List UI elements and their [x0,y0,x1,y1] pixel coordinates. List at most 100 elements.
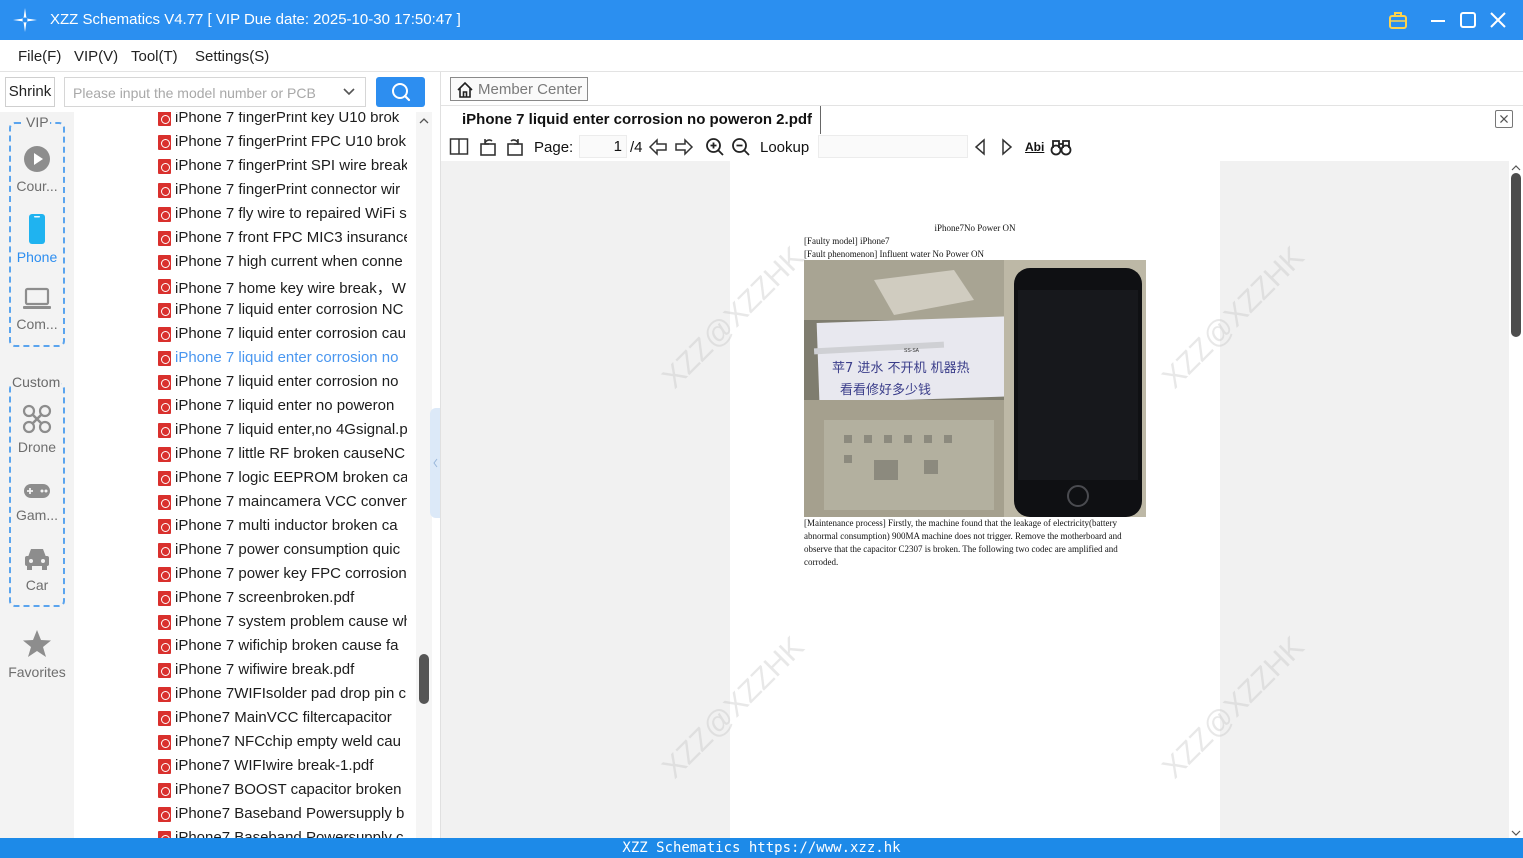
next-page-icon[interactable] [674,137,694,157]
file-list-item[interactable]: iPhone 7 fingerPrint SPI wire break [74,155,416,179]
scrollbar-thumb[interactable] [1511,173,1521,337]
file-list-item[interactable]: iPhone 7 fingerPrint connector wir [74,179,416,203]
file-list-item[interactable]: iPhone 7 liquid enter,no 4Gsignal.p [74,419,416,443]
scroll-up-icon[interactable] [1509,163,1523,173]
lookup-input[interactable] [818,135,968,158]
file-list-item[interactable]: iPhone 7 screenbroken.pdf [74,587,416,611]
minimize-icon[interactable] [1426,8,1450,32]
file-list-item[interactable]: iPhone 7 wifiwire break.pdf [74,659,416,683]
file-list-item[interactable]: iPhone 7 liquid enter no poweron [74,395,416,419]
file-list-item[interactable]: iPhone 7 liquid enter corrosion no [74,347,416,371]
file-list-item[interactable]: iPhone7 Baseband Powersupply c [74,827,416,838]
pdf-file-icon [158,639,171,654]
file-name: iPhone 7 system problem cause wh [175,613,407,630]
pdf-file-icon [158,183,171,198]
sidebar-item-drone[interactable]: Drone [0,404,74,455]
file-name: iPhone 7 power key FPC corrosion [175,565,407,582]
sidebar-item-courses[interactable]: Cour... [0,145,74,194]
pdf-file-icon [158,471,171,486]
search-input[interactable] [73,83,337,103]
file-list-item[interactable]: iPhone 7 liquid enter corrosion NC [74,299,416,323]
close-icon[interactable] [1486,8,1510,32]
sidebar-item-car[interactable]: Car [0,546,74,593]
document-viewport[interactable]: iPhone7No Power ON [Faulty model] iPhone… [441,161,1509,838]
file-list-item[interactable]: iPhone 7 wifichip broken cause fa [74,635,416,659]
file-list-item[interactable]: iPhone 7 power consumption quic [74,539,416,563]
scrollbar-thumb[interactable] [419,654,429,704]
file-list-item[interactable]: iPhone 7 logic EEPROM broken ca [74,467,416,491]
sidebar-item-favorites[interactable]: Favorites [0,629,74,680]
zoom-out-icon[interactable] [731,137,751,157]
file-list-item[interactable]: iPhone 7 fly wire to repaired WiFi s [74,203,416,227]
search-button[interactable] [376,77,425,107]
close-tab-icon[interactable] [1495,110,1513,128]
file-name: iPhone 7 fly wire to repaired WiFi s [175,205,407,222]
shrink-button[interactable]: Shrink [5,77,55,107]
maximize-icon[interactable] [1456,8,1480,32]
file-list-item[interactable]: iPhone7 BOOST capacitor broken [74,779,416,803]
rotate-left-icon[interactable] [478,137,498,157]
model-search-box[interactable] [64,77,366,107]
file-list-item[interactable]: iPhone 7 little RF broken causeNC [74,443,416,467]
previous-page-icon[interactable] [648,137,668,157]
menu-settings[interactable]: Settings(S) [195,48,269,65]
file-list-item[interactable]: iPhone7 MainVCC filtercapacitor [74,707,416,731]
sidebar-item-games[interactable]: Gam... [0,480,74,523]
file-list-item[interactable]: iPhone 7 liquid enter corrosion cau [74,323,416,347]
pdf-file-icon [158,807,171,822]
menu-file[interactable]: File(F) [18,48,61,65]
sidebar-item-phone[interactable]: Phone [0,214,74,265]
pdf-file-icon [158,615,171,630]
file-list-item[interactable]: iPhone 7 high current when conne [74,251,416,275]
car-icon [25,549,49,570]
file-list-item[interactable]: iPhone 7 fingerPrint FPC U10 brok [74,131,416,155]
file-list-item[interactable]: iPhone 7 power key FPC corrosion [74,563,416,587]
binoculars-icon[interactable] [1050,137,1072,157]
pdf-file-icon [158,447,171,462]
file-name: iPhone 7 liquid enter corrosion no [175,349,399,366]
briefcase-icon[interactable] [1386,8,1410,32]
file-name: iPhone 7 high current when conne [175,253,403,270]
find-next-icon[interactable] [999,137,1015,157]
file-list-item[interactable]: iPhone 7 multi inductor broken ca [74,515,416,539]
find-previous-icon[interactable] [972,137,988,157]
page-number-input[interactable]: 1 [579,135,627,158]
sidebar-item-computer[interactable]: Com... [0,287,74,332]
file-list-item[interactable]: iPhone 7 home key wire break，W [74,275,416,299]
scroll-up-icon[interactable] [416,114,432,128]
file-name: iPhone 7 fingerPrint key U10 brok [175,112,400,126]
search-row: Shrink [0,72,440,112]
file-list-item[interactable]: iPhone 7 system problem cause wh [74,611,416,635]
play-icon [24,146,50,172]
file-name: iPhone 7 liquid enter no poweron [175,397,395,414]
file-list-item[interactable]: iPhone7 NFCchip empty weld cau [74,731,416,755]
pdf-file-icon [158,112,171,126]
file-list-item[interactable]: iPhone7 Baseband Powersupply b [74,803,416,827]
zoom-in-icon[interactable] [705,137,725,157]
document-title: iPhone7No Power ON [934,223,1016,233]
match-case-icon[interactable]: Abi [1025,140,1044,154]
pdf-file-icon [158,759,171,774]
rotate-right-icon[interactable] [505,137,525,157]
file-list-item[interactable]: iPhone 7 maincamera VCC convert [74,491,416,515]
file-list-item[interactable]: iPhone 7WIFIsolder pad drop pin c [74,683,416,707]
file-name: iPhone 7 little RF broken causeNC [175,445,406,462]
document-photo: SS-SA 苹7 进水 不开机 机器热 看看修好多少钱 [804,260,1146,517]
document-scrollbar[interactable] [1509,161,1523,838]
chevron-down-icon[interactable] [341,84,357,100]
tab-document[interactable]: iPhone 7 liquid enter corrosion no power… [441,106,821,134]
file-list-item[interactable]: iPhone7 WIFIwire break-1.pdf [74,755,416,779]
two-page-view-icon[interactable] [449,137,469,157]
pdf-file-icon [158,711,171,726]
file-list-item[interactable]: iPhone 7 front FPC MIC3 insurance [74,227,416,251]
drone-icon [22,404,52,434]
search-icon [392,83,411,102]
member-center-button[interactable]: Member Center [450,77,588,101]
menu-tool[interactable]: Tool(T) [131,48,178,65]
file-list-item[interactable]: iPhone 7 fingerPrint key U10 brok [74,112,416,131]
member-center-label: Member Center [478,81,583,98]
scroll-down-icon[interactable] [1509,828,1523,838]
menu-vip[interactable]: VIP(V) [74,48,118,65]
file-list-item[interactable]: iPhone 7 liquid enter corrosion no [74,371,416,395]
laptop-icon [23,287,51,309]
